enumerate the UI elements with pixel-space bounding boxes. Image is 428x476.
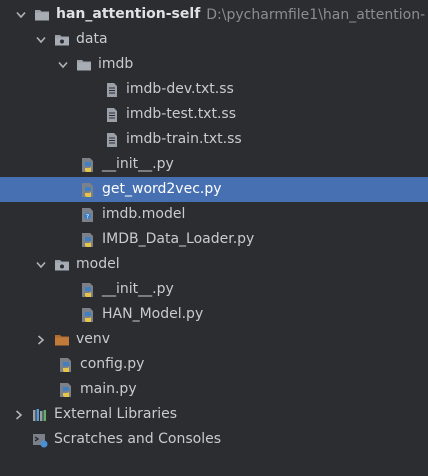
tree-item-label: __init__.py (102, 281, 174, 297)
scratches-icon (32, 432, 48, 448)
tree-row-scratches[interactable]: Scratches and Consoles (0, 427, 428, 452)
folder-icon (54, 32, 70, 48)
chevron-down-icon[interactable] (34, 258, 48, 272)
text-file-icon (104, 107, 120, 123)
tree-item-label: data (76, 31, 108, 47)
python-file-icon (58, 357, 74, 373)
folder-icon (54, 332, 70, 348)
tree-item-label: imdb-train.txt.ss (126, 131, 242, 147)
tree-item-label: get_word2vec.py (102, 181, 222, 197)
python-file-icon (80, 307, 96, 323)
folder-icon (76, 57, 92, 73)
tree-row-file[interactable]: imdb-test.txt.ss (0, 102, 428, 127)
tree-row-project-root[interactable]: han_attention-self D:\pycharmfile1\han_a… (0, 2, 428, 27)
tree-row-file[interactable]: __init__.py (0, 277, 428, 302)
tree-row-file[interactable]: imdb-dev.txt.ss (0, 77, 428, 102)
chevron-down-icon[interactable] (56, 58, 70, 72)
tree-row-file[interactable]: __init__.py (0, 152, 428, 177)
tree-item-label: imdb-dev.txt.ss (126, 81, 234, 97)
chevron-right-icon[interactable] (12, 408, 26, 422)
python-file-icon (80, 157, 96, 173)
tree-row-file[interactable]: config.py (0, 352, 428, 377)
python-file-icon (80, 232, 96, 248)
folder-icon (34, 7, 50, 23)
project-tree: han_attention-self D:\pycharmfile1\han_a… (0, 0, 428, 476)
tree-item-label: venv (76, 331, 111, 347)
tree-item-label: External Libraries (54, 406, 177, 422)
tree-row-file[interactable]: HAN_Model.py (0, 302, 428, 327)
tree-row-data[interactable]: data (0, 27, 428, 52)
text-file-icon (104, 82, 120, 98)
tree-row-external-libraries[interactable]: External Libraries (0, 402, 428, 427)
tree-item-label: main.py (80, 381, 137, 397)
tree-item-label: __init__.py (102, 156, 174, 172)
python-file-icon (58, 382, 74, 398)
tree-row-file[interactable]: ? imdb.model (0, 202, 428, 227)
external-libraries-icon (32, 407, 48, 423)
tree-row-model[interactable]: model (0, 252, 428, 277)
chevron-down-icon[interactable] (14, 8, 28, 22)
project-path: D:\pycharmfile1\han_attention- (206, 6, 426, 23)
tree-item-label: HAN_Model.py (102, 306, 204, 322)
tree-item-label: imdb (98, 56, 134, 72)
text-file-icon (104, 132, 120, 148)
tree-row-file[interactable]: IMDB_Data_Loader.py (0, 227, 428, 252)
tree-row-file[interactable]: main.py (0, 377, 428, 402)
tree-row-venv[interactable]: venv (0, 327, 428, 352)
chevron-down-icon[interactable] (34, 33, 48, 47)
tree-item-label: IMDB_Data_Loader.py (102, 231, 255, 247)
chevron-right-icon[interactable] (34, 333, 48, 347)
tree-item-label: model (76, 256, 120, 272)
tree-item-label: Scratches and Consoles (54, 431, 221, 447)
project-name: han_attention-self (56, 6, 201, 22)
tree-row-imdb[interactable]: imdb (0, 52, 428, 77)
svg-text:?: ? (86, 212, 89, 220)
tree-item-label: imdb.model (102, 206, 186, 222)
python-file-icon (80, 282, 96, 298)
python-file-icon (80, 182, 96, 198)
tree-row-file-selected[interactable]: get_word2vec.py (0, 177, 428, 202)
tree-row-file[interactable]: imdb-train.txt.ss (0, 127, 428, 152)
tree-item-label: imdb-test.txt.ss (126, 106, 236, 122)
model-file-icon: ? (80, 207, 96, 223)
folder-icon (54, 257, 70, 273)
tree-item-label: config.py (80, 356, 145, 372)
